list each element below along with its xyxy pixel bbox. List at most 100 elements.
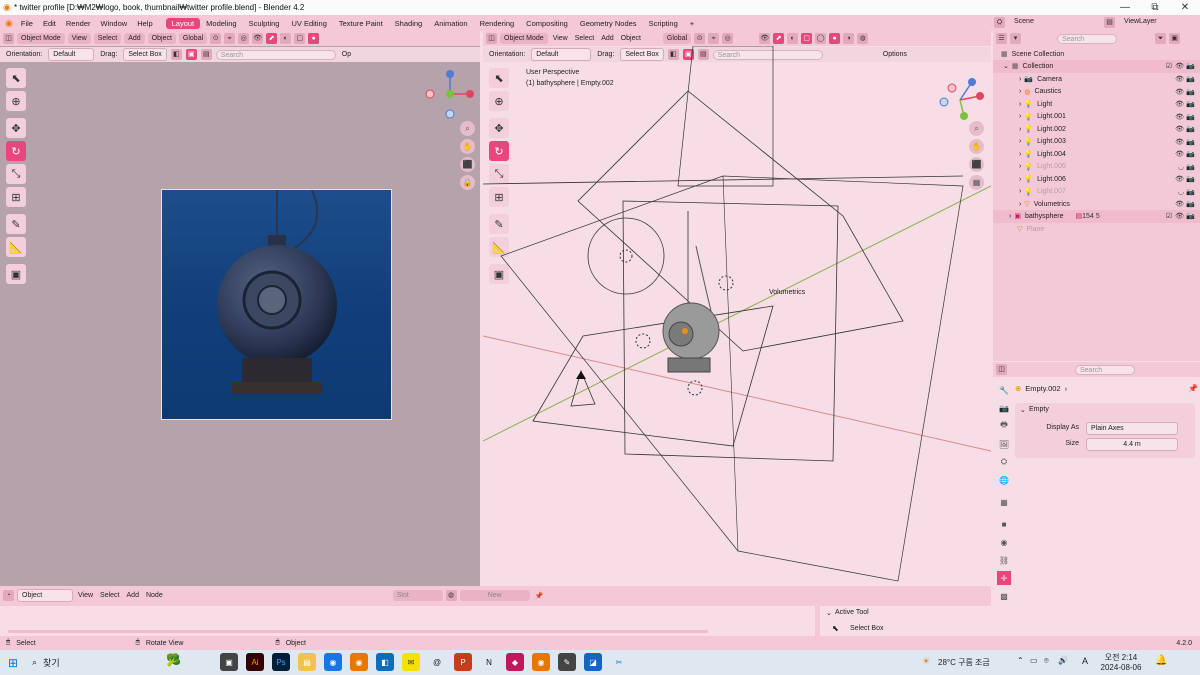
menu-select[interactable]: Select	[573, 35, 596, 42]
outliner-item[interactable]: › 💡 Light.001 👁 📷	[993, 111, 1200, 124]
outliner-item[interactable]: › 💡 Light.007 ◡ 📷	[993, 186, 1200, 199]
menu-add[interactable]: Add	[599, 35, 615, 42]
threads-icon[interactable]: @	[428, 653, 446, 671]
figma-icon[interactable]: ◆	[506, 653, 524, 671]
lock-icon[interactable]: 🔒	[460, 175, 475, 190]
editor-app-icon[interactable]: ◪	[584, 653, 602, 671]
display-mode-icon[interactable]: ▾	[1010, 33, 1021, 44]
menu-object[interactable]: Object	[147, 33, 176, 44]
camera-render-icon[interactable]: 📷	[1186, 163, 1195, 171]
eye-icon[interactable]: 👁	[1175, 100, 1184, 108]
clock-date[interactable]: 2024-08-06	[1094, 663, 1148, 672]
pan-hand-icon[interactable]: ✋	[969, 139, 984, 154]
solid-shading-icon[interactable]: ●	[829, 33, 841, 44]
eye-hidden-icon[interactable]: ◡	[1178, 188, 1184, 196]
new-material-button[interactable]: New	[459, 590, 530, 601]
physics-tab-icon[interactable]: ◉	[997, 535, 1011, 549]
windows-start-icon[interactable]: ⊞	[8, 656, 18, 670]
timeline-strip[interactable]	[0, 606, 815, 636]
menu-file[interactable]: File	[16, 19, 38, 28]
move-tool-icon[interactable]: ✥	[489, 118, 509, 138]
zoom-icon[interactable]: ⌕	[460, 121, 475, 136]
camera-render-icon[interactable]: 📷	[1186, 113, 1195, 121]
plants-widget-icon[interactable]: 🥦	[166, 653, 181, 667]
select-tool-icon[interactable]: ⬉	[6, 68, 26, 88]
mode-dropdown[interactable]: Object Mode	[17, 33, 65, 44]
active-tool-name[interactable]: Select Box	[848, 625, 885, 632]
taskbar-search[interactable]: ⌕ 찾기	[32, 655, 158, 670]
eye-icon[interactable]: 👁	[1175, 175, 1184, 183]
chevron-right-icon[interactable]: ›	[1019, 176, 1021, 183]
proportional-icon[interactable]: ◎	[722, 33, 734, 44]
drag-dropdown[interactable]: Select Box	[620, 48, 664, 61]
blender-menu-icon[interactable]: ◉	[5, 18, 13, 29]
outliner-item[interactable]: › 💡 Light.004 👁 📷	[993, 148, 1200, 161]
collection-tab-icon[interactable]: ▦	[997, 495, 1011, 509]
outliner-bathysphere[interactable]: › ▣ bathysphere ▤ 154 5 ☑ 👁 📷	[993, 210, 1200, 223]
network-icon[interactable]: ⌾	[1044, 656, 1049, 666]
task-view-icon[interactable]: ▣	[220, 653, 238, 671]
clock-time[interactable]: 오전 2:14	[1098, 652, 1144, 663]
maximize-button[interactable]: ⧉	[1140, 0, 1170, 15]
menu-add[interactable]: Add	[125, 592, 141, 599]
rotate-tool-icon[interactable]: ↻	[489, 141, 509, 161]
scale-tool-icon[interactable]: ⤡	[489, 164, 509, 184]
transform-tool-icon[interactable]: ⊞	[6, 187, 26, 207]
rotate-tool-icon[interactable]: ↻	[6, 141, 26, 161]
menu-edit[interactable]: Edit	[38, 19, 61, 28]
measure-tool-icon[interactable]: 📐	[489, 237, 509, 257]
menu-add[interactable]: Add	[124, 33, 145, 44]
tab-geometry-nodes[interactable]: Geometry Nodes	[574, 18, 643, 29]
eye-icon[interactable]: 👁	[1175, 150, 1184, 158]
add-cube-tool-icon[interactable]: ▣	[489, 264, 509, 284]
new-collection-icon[interactable]: ▣	[1169, 33, 1180, 44]
properties-search-input[interactable]: Search	[1075, 364, 1135, 375]
tool-search-input[interactable]: Search	[712, 49, 823, 60]
tab-layout[interactable]: Layout	[165, 17, 201, 29]
outliner-item[interactable]: › 💡 Light 👁 📷	[993, 98, 1200, 111]
transform-orientation-dropdown[interactable]: Global	[178, 33, 208, 44]
tab-rendering[interactable]: Rendering	[474, 18, 521, 29]
menu-select[interactable]: Select	[98, 592, 121, 599]
proportional-icon[interactable]: ◎	[238, 33, 250, 44]
pivot-icon[interactable]: ⊙	[210, 33, 222, 44]
chevron-right-icon[interactable]: ›	[1019, 188, 1021, 195]
camera-render-icon[interactable]: 📷	[1186, 138, 1195, 146]
notion-icon[interactable]: N	[480, 653, 498, 671]
chevron-right-icon[interactable]: ›	[1019, 126, 1021, 133]
object-tab-icon[interactable]: ■	[997, 517, 1011, 531]
camera-render-icon[interactable]: 📷	[1186, 125, 1195, 133]
world-tab-icon[interactable]: 🌐	[997, 473, 1011, 487]
outliner-item[interactable]: › ◍ Caustics 👁 📷	[993, 86, 1200, 99]
move-tool-icon[interactable]: ✥	[6, 118, 26, 138]
tab-compositing[interactable]: Compositing	[520, 18, 574, 29]
overlay-icon[interactable]: ◐	[787, 33, 799, 44]
pin-icon[interactable]: 📌	[533, 592, 546, 600]
pan-hand-icon[interactable]: ✋	[460, 139, 475, 154]
visibility-icon[interactable]: 👁	[759, 33, 771, 44]
outliner-scene-collection[interactable]: ▦ Scene Collection	[993, 48, 1200, 61]
measure-tool-icon[interactable]: 📐	[6, 237, 26, 257]
camera-view-icon[interactable]: ⬛	[969, 157, 984, 172]
tab-animation[interactable]: Animation	[428, 18, 473, 29]
camera-render-icon[interactable]: 📷	[1186, 200, 1195, 208]
wireframe-shading-icon[interactable]: ◯	[815, 33, 827, 44]
camera-render-icon[interactable]: 📷	[1186, 150, 1195, 158]
camera-render-icon[interactable]: 📷	[1186, 212, 1195, 220]
timeline-scrollbar[interactable]	[8, 630, 708, 633]
node-mode-dropdown[interactable]: Object	[17, 589, 73, 602]
tab-uv-editing[interactable]: UV Editing	[285, 18, 332, 29]
zoom-icon[interactable]: ⌕	[969, 121, 984, 136]
menu-node[interactable]: Node	[144, 592, 165, 599]
outliner-collection[interactable]: ⌄ ▦ Collection ☑ 👁 📷	[993, 60, 1200, 73]
outliner-item[interactable]: › 💡 Light.006 👁 📷	[993, 173, 1200, 186]
checkbox-icon[interactable]: ☑	[1166, 62, 1172, 70]
chevron-right-icon[interactable]: ›	[1019, 101, 1021, 108]
grid-icon[interactable]: ▦	[969, 175, 984, 190]
notification-icon[interactable]: 🔔	[1155, 655, 1167, 666]
outliner-item[interactable]: › 💡 Light.005 ◡ 📷	[993, 161, 1200, 174]
select-mode-icon[interactable]: ◧	[170, 49, 182, 60]
material-icon[interactable]: ◍	[445, 590, 457, 601]
menu-view[interactable]: View	[551, 35, 570, 42]
annotate-tool-icon[interactable]: ✎	[6, 214, 26, 234]
